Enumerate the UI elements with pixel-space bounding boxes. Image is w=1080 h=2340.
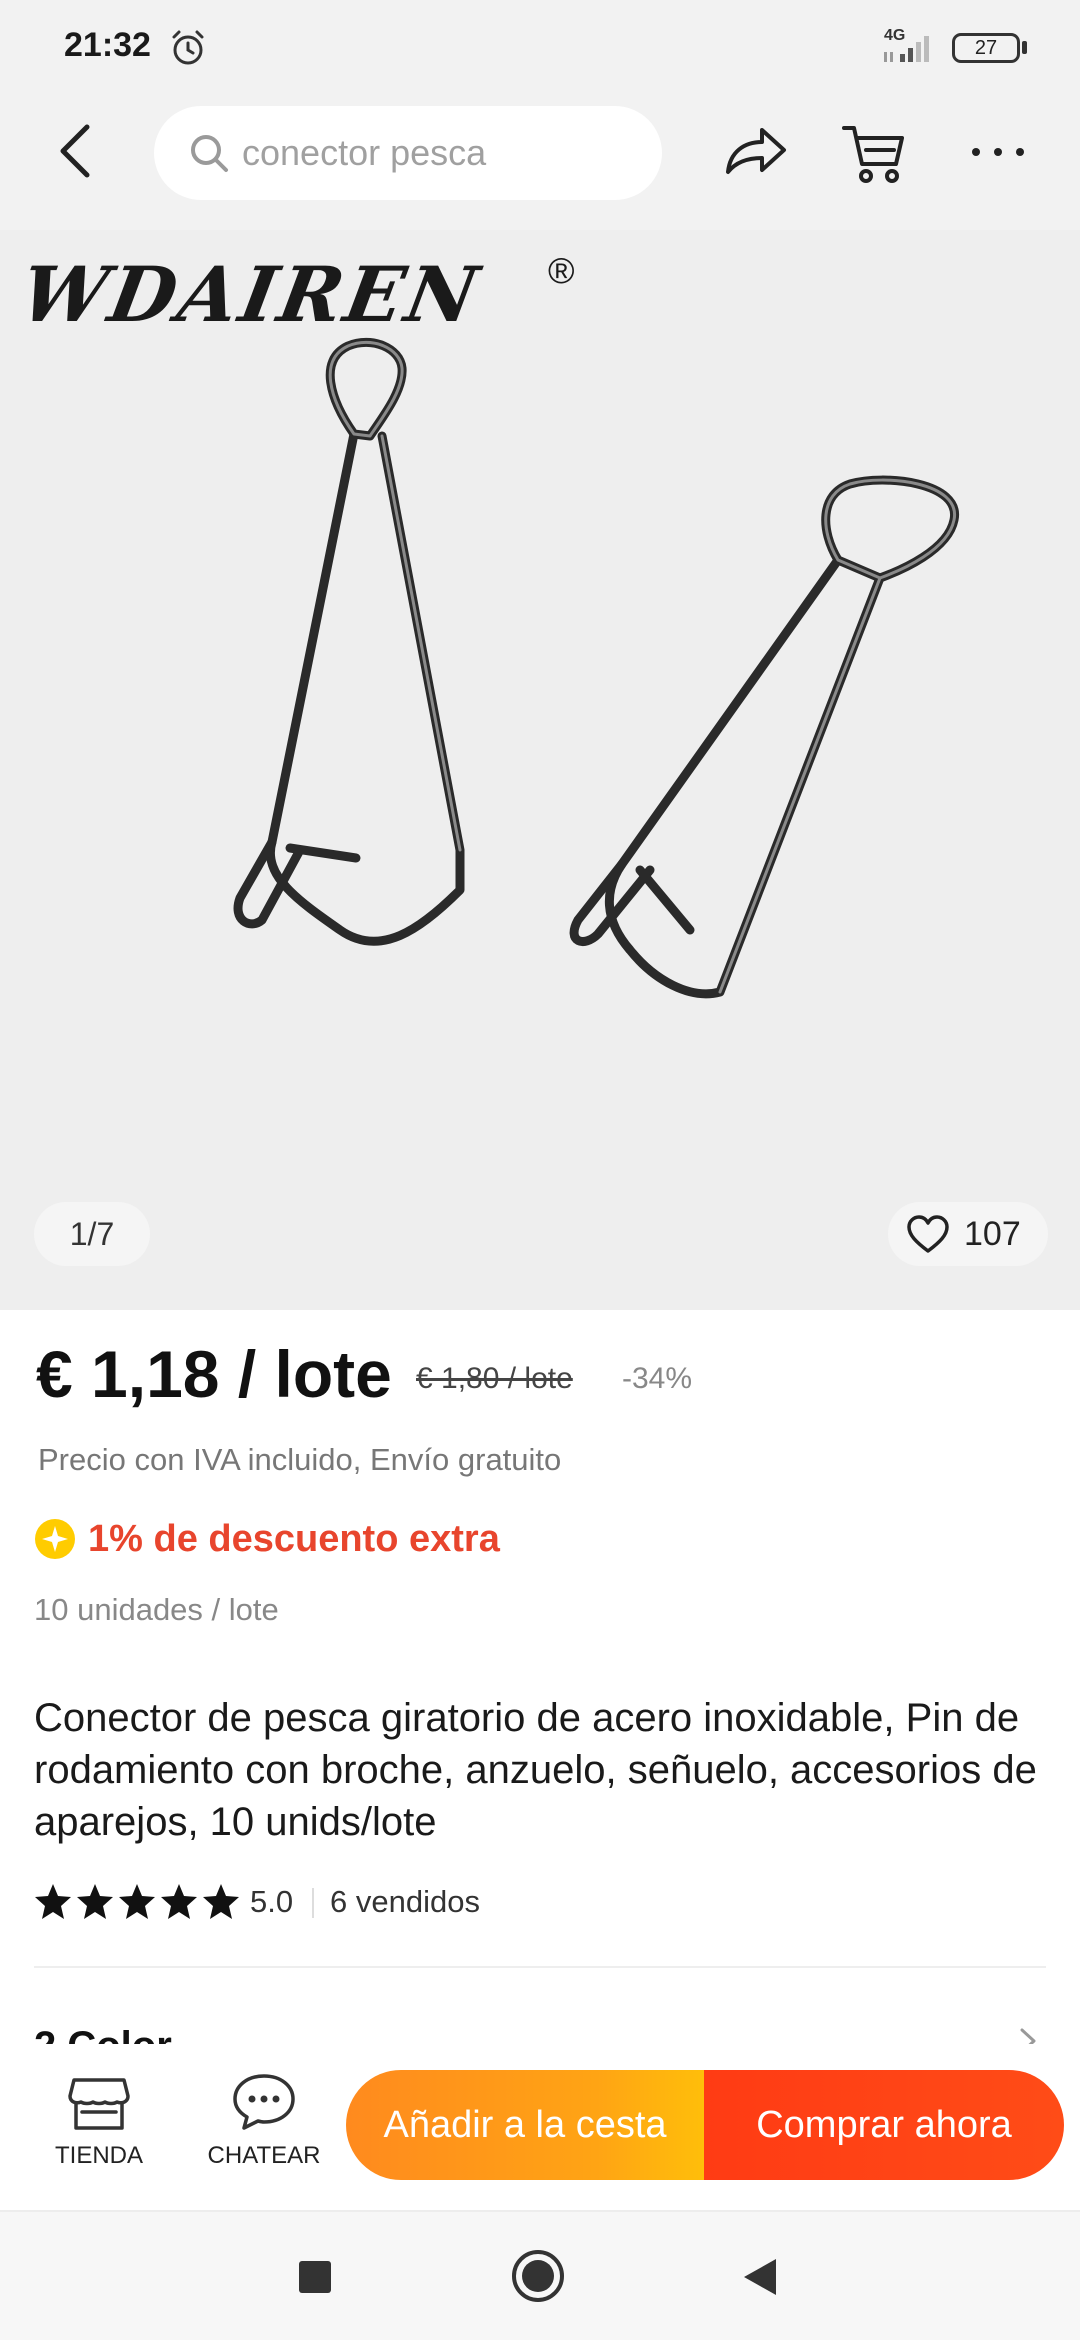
system-nav-bar bbox=[0, 2210, 1080, 2340]
cart-button[interactable] bbox=[838, 116, 910, 188]
product-photo-snaps bbox=[233, 337, 959, 999]
more-button[interactable] bbox=[962, 116, 1034, 188]
share-button[interactable] bbox=[720, 116, 792, 188]
product-image-gallery[interactable]: WDAIREN ® 1/7 107 bbox=[0, 230, 1080, 1310]
star-rating bbox=[34, 1882, 240, 1922]
color-section-label: 2 Color bbox=[34, 2024, 172, 2044]
battery-level: 27 bbox=[974, 37, 998, 59]
back-button[interactable] bbox=[40, 116, 110, 186]
rating-value: 5.0 bbox=[250, 1884, 294, 1919]
search-placeholder: conector pesca bbox=[242, 132, 487, 173]
store-button[interactable]: TIENDA bbox=[40, 2070, 158, 2180]
extra-discount[interactable]: 1% de descuento extra bbox=[88, 1514, 500, 1564]
add-to-cart-button[interactable]: Añadir a la cesta bbox=[346, 2070, 704, 2180]
cart-icon bbox=[842, 126, 904, 183]
share-icon bbox=[726, 128, 786, 174]
coin-icon bbox=[35, 1519, 75, 1559]
battery-tip bbox=[1022, 41, 1027, 54]
home-icon[interactable] bbox=[510, 2248, 566, 2304]
status-bar: 21:32 4G 27 bbox=[0, 0, 1080, 96]
units-per-lot: 10 unidades / lote bbox=[34, 1592, 279, 1627]
favorite-count: 107 bbox=[964, 1215, 1021, 1253]
image-counter: 1/7 bbox=[34, 1202, 150, 1266]
chat-label: CHATEAR bbox=[207, 2142, 321, 2169]
original-price: € 1,80 / lote bbox=[416, 1362, 573, 1395]
heart-icon bbox=[907, 1215, 949, 1253]
rating-divider bbox=[312, 1888, 314, 1918]
chevron-right-icon bbox=[1020, 2028, 1036, 2044]
status-time: 21:32 bbox=[64, 26, 151, 64]
chat-icon bbox=[233, 2074, 295, 2130]
current-price: € 1,18 / lote bbox=[36, 1337, 392, 1411]
buy-now-button[interactable]: Comprar ahora bbox=[704, 2070, 1064, 2180]
recents-icon[interactable] bbox=[296, 2258, 334, 2296]
purchase-buttons: Añadir a la cesta Comprar ahora bbox=[346, 2070, 1064, 2180]
back-arrow-icon bbox=[60, 124, 90, 178]
search-input[interactable]: conector pesca bbox=[154, 106, 662, 200]
star-icon bbox=[161, 1884, 197, 1919]
star-icon bbox=[77, 1884, 113, 1919]
color-selector-row[interactable]: 2 Color bbox=[34, 2010, 1046, 2044]
store-label: TIENDA bbox=[54, 2142, 143, 2169]
search-icon bbox=[191, 135, 228, 172]
product-title: Conector de pesca giratorio de acero ino… bbox=[34, 1696, 1037, 1844]
section-divider bbox=[34, 1966, 1046, 1968]
discount-percent: -34% bbox=[622, 1362, 693, 1395]
star-icon bbox=[203, 1884, 239, 1919]
favorite-button[interactable]: 107 bbox=[888, 1202, 1048, 1266]
rating-row[interactable]: 5.0 6 vendidos bbox=[34, 1880, 634, 1924]
star-icon bbox=[35, 1884, 71, 1919]
sold-count: 6 vendidos bbox=[330, 1884, 480, 1919]
nav-back-icon[interactable] bbox=[740, 2256, 780, 2298]
battery-indicator: 27 bbox=[952, 33, 1020, 63]
chat-button[interactable]: CHATEAR bbox=[202, 2070, 326, 2180]
signal-icon: 4G bbox=[880, 28, 940, 66]
alarm-icon bbox=[172, 30, 204, 65]
store-icon bbox=[68, 2078, 130, 2130]
header-bar: conector pesca bbox=[0, 96, 1080, 230]
bottom-action-bar: TIENDA CHATEAR Añadir a la cesta Comprar… bbox=[0, 2044, 1080, 2210]
more-icon bbox=[972, 148, 1024, 156]
star-icon bbox=[119, 1884, 155, 1919]
tax-shipping-note: Precio con IVA incluido, Envío gratuito bbox=[38, 1442, 562, 1477]
